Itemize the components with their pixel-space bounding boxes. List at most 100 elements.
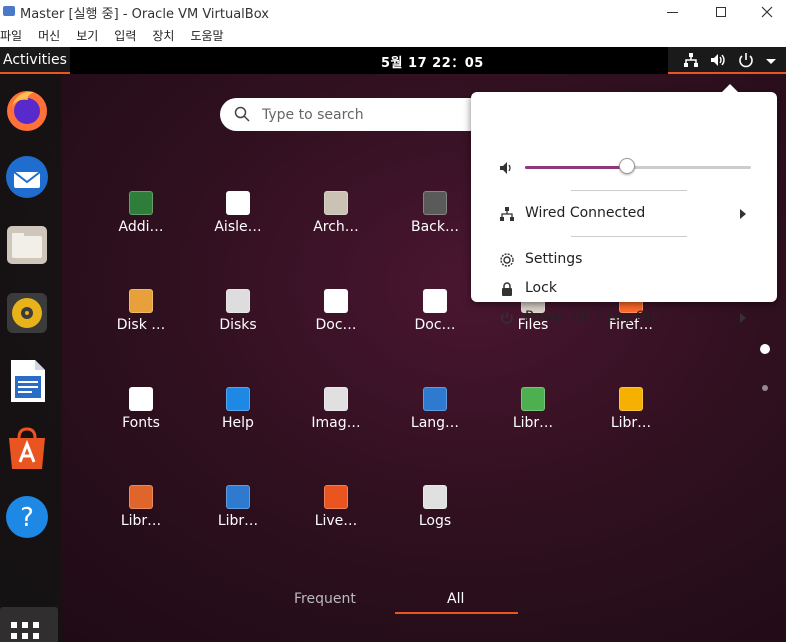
- app-launcher[interactable]: Libr…: [193, 485, 283, 565]
- help-icon: [226, 387, 250, 411]
- app-launcher[interactable]: Addi…: [96, 191, 186, 271]
- app-label: Disks: [219, 317, 257, 333]
- app-launcher[interactable]: Lang…: [390, 387, 480, 467]
- guest-desktop: Activities 5월 17 22：05 ? Type to search …: [0, 47, 786, 642]
- app-label: Imag…: [311, 415, 361, 431]
- tab-all-underline: [395, 612, 518, 614]
- window-title: Master [실행 중] - Oracle VM VirtualBox: [20, 7, 269, 22]
- menu-devices[interactable]: 장치: [152, 27, 174, 44]
- app-launcher[interactable]: Fonts: [96, 387, 186, 467]
- app-launcher[interactable]: Aisle…: [193, 191, 283, 271]
- app-label: Lang…: [410, 415, 460, 431]
- lock-label: Lock: [525, 280, 557, 296]
- app-launcher[interactable]: Live…: [291, 485, 381, 565]
- rhythmbox-icon: [7, 293, 47, 333]
- help-icon: ?: [6, 496, 48, 538]
- virtualbox-icon: [3, 6, 15, 16]
- app-launcher[interactable]: Disks: [193, 289, 283, 369]
- app-launcher[interactable]: Disk …: [96, 289, 186, 369]
- volume-slider-knob[interactable]: [618, 158, 635, 174]
- volume-slider[interactable]: [525, 166, 751, 169]
- app-label: Libr…: [217, 513, 259, 529]
- folder-icon: [7, 226, 47, 264]
- dock-rhythmbox[interactable]: [4, 290, 50, 336]
- dock-libreoffice-writer[interactable]: [4, 358, 50, 404]
- tab-frequent[interactable]: Frequent: [294, 591, 356, 607]
- minimize-button[interactable]: [650, 0, 695, 24]
- app-label: Libr…: [120, 513, 162, 529]
- app-label: Fonts: [122, 415, 160, 431]
- app-label: Live…: [314, 513, 358, 529]
- libreoffice-writer-icon: [226, 485, 250, 509]
- show-applications-button[interactable]: [0, 607, 58, 642]
- app-launcher[interactable]: Libr…: [488, 387, 578, 467]
- settings-label: Settings: [525, 251, 583, 267]
- power-icon: [739, 53, 753, 68]
- language-icon: [423, 387, 447, 411]
- maximize-button[interactable]: [698, 0, 743, 24]
- app-launcher[interactable]: Back…: [390, 191, 480, 271]
- submenu-arrow-icon: [740, 209, 746, 219]
- search-box[interactable]: [220, 98, 488, 131]
- image-viewer-icon: [324, 387, 348, 411]
- lock-item[interactable]: Lock: [471, 275, 777, 303]
- page-indicator-active[interactable]: [760, 344, 770, 354]
- search-input[interactable]: [262, 104, 472, 126]
- disks-icon: [226, 289, 250, 313]
- app-launcher[interactable]: Libr…: [586, 387, 676, 467]
- app-label: Logs: [418, 513, 452, 529]
- dock-firefox[interactable]: [4, 86, 50, 132]
- app-launcher[interactable]: Libr…: [96, 485, 186, 565]
- dock-software[interactable]: [4, 426, 50, 472]
- backup-icon: [423, 191, 447, 215]
- wired-connected-label: Wired Connected: [525, 205, 646, 221]
- minimize-icon: [667, 11, 678, 13]
- dock-thunderbird[interactable]: [4, 154, 50, 200]
- app-label: Arch…: [313, 219, 359, 235]
- dock-files[interactable]: [4, 222, 50, 268]
- app-launcher[interactable]: Arch…: [291, 191, 381, 271]
- maximize-icon: [715, 7, 726, 17]
- app-launcher[interactable]: Logs: [390, 485, 480, 565]
- ubuntu-software-icon: [9, 427, 45, 469]
- document-icon: [324, 289, 348, 313]
- gear-icon: [500, 253, 514, 267]
- system-menu-button[interactable]: [668, 47, 786, 74]
- network-wired-icon: [500, 207, 514, 221]
- power-icon: [501, 312, 513, 324]
- top-bar: Activities 5월 17 22：05: [0, 47, 786, 74]
- thunderbird-icon: [6, 156, 48, 198]
- volume-slider-fill: [525, 166, 627, 169]
- menu-file[interactable]: 파일: [0, 27, 22, 44]
- settings-item[interactable]: Settings: [471, 246, 777, 274]
- menu-view[interactable]: 보기: [76, 27, 98, 44]
- app-launcher[interactable]: Doc…: [390, 289, 480, 369]
- app-label: Libr…: [610, 415, 652, 431]
- dock-help[interactable]: ?: [4, 494, 50, 540]
- menu-machine[interactable]: 머신: [38, 27, 60, 44]
- power-off-item[interactable]: Power Off / Log Out: [471, 304, 777, 332]
- separator: [571, 236, 687, 237]
- app-label: Back…: [411, 219, 459, 235]
- activities-button[interactable]: Activities: [0, 47, 70, 74]
- wired-connected-item[interactable]: Wired Connected: [471, 200, 777, 228]
- app-launcher[interactable]: Doc…: [291, 289, 381, 369]
- app-launcher[interactable]: Help: [193, 387, 283, 467]
- app-launcher[interactable]: Imag…: [291, 387, 381, 467]
- network-wired-icon: [684, 53, 698, 67]
- tab-all[interactable]: All: [447, 591, 464, 607]
- separator: [571, 190, 687, 191]
- close-button[interactable]: [744, 0, 786, 24]
- fonts-icon: [129, 387, 153, 411]
- app-grid-icon: [11, 622, 39, 639]
- clock[interactable]: 5월 17 22：05: [381, 52, 484, 71]
- libreoffice-draw-icon: [619, 387, 643, 411]
- volume-icon: [711, 54, 725, 66]
- document-scanner-icon: [423, 289, 447, 313]
- live-patch-icon: [324, 485, 348, 509]
- app-label: Addi…: [118, 219, 164, 235]
- menu-help[interactable]: 도움말: [190, 27, 223, 44]
- libreoffice-impress-icon: [129, 485, 153, 509]
- page-indicator[interactable]: [762, 385, 768, 391]
- menu-input[interactable]: 입력: [114, 27, 136, 44]
